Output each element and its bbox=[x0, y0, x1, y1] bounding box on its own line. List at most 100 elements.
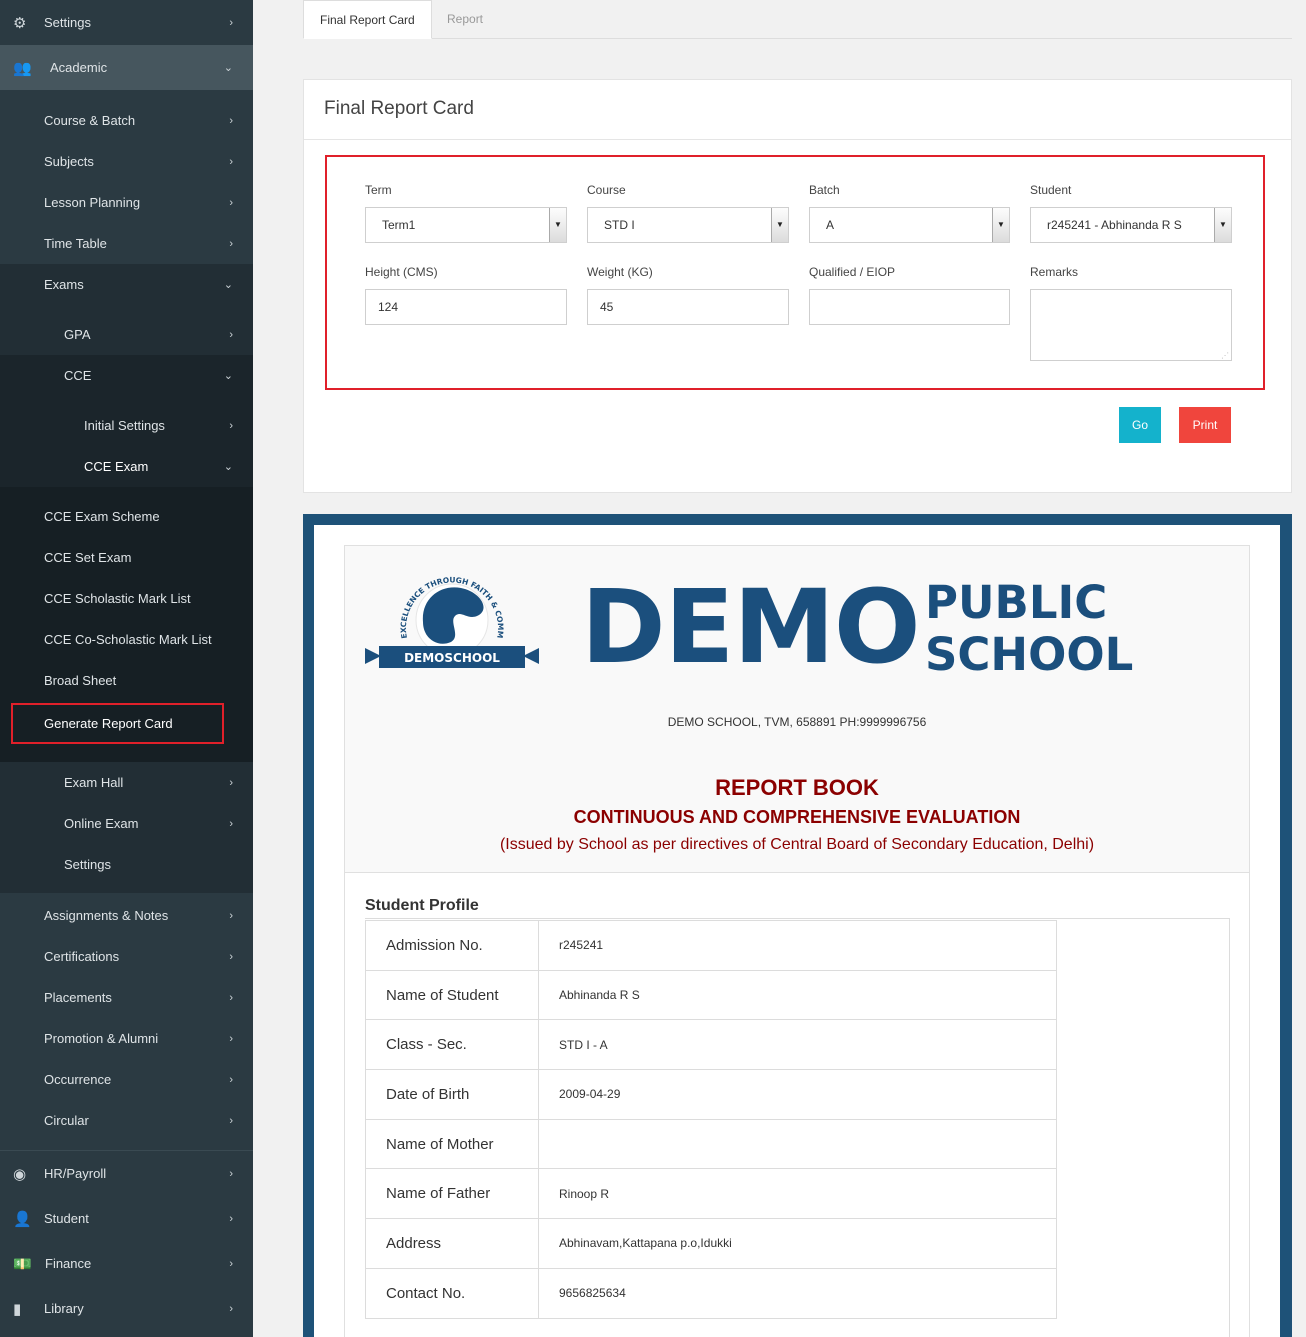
sidebar-item-time-table[interactable]: Time Table › bbox=[0, 223, 253, 264]
table-row: Name of Student Abhinanda R S bbox=[365, 969, 1057, 1021]
chevron-right-icon: › bbox=[229, 950, 233, 963]
dropdown-arrow-icon: ▼ bbox=[771, 208, 788, 242]
sidebar-item-certifications[interactable]: Certifications › bbox=[0, 936, 253, 977]
profile-field-label: Class - Sec. bbox=[365, 1019, 539, 1071]
height-input[interactable]: 124 bbox=[365, 289, 567, 325]
profile-field-value: 2009-04-29 bbox=[538, 1069, 1057, 1120]
school-logo: EXCELLENCE THROUGH FAITH & COMMITMENT DE… bbox=[365, 560, 539, 668]
remarks-label: Remarks bbox=[1030, 265, 1079, 279]
tab-final-report-card[interactable]: Final Report Card bbox=[303, 0, 432, 39]
sidebar-item-gpa[interactable]: GPA › bbox=[0, 314, 253, 355]
sidebar-item-generate-report-card[interactable]: Generate Report Card bbox=[11, 703, 224, 744]
svg-text:DEMOSCHOOL: DEMOSCHOOL bbox=[404, 651, 500, 665]
chevron-right-icon: › bbox=[229, 1032, 233, 1045]
school-address: DEMO SCHOOL, TVM, 658891 PH:9999996756 bbox=[667, 715, 927, 729]
sidebar-item-hr-payroll[interactable]: ◉ HR/Payroll › bbox=[0, 1151, 253, 1196]
chevron-right-icon: › bbox=[229, 1302, 233, 1315]
height-label: Height (CMS) bbox=[365, 265, 438, 279]
sidebar-item-placements[interactable]: Placements › bbox=[0, 977, 253, 1018]
chevron-down-icon: ⌄ bbox=[223, 370, 233, 382]
profile-field-label: Name of Father bbox=[365, 1168, 539, 1220]
remarks-textarea[interactable]: ⋰ bbox=[1030, 289, 1232, 361]
school-name-public: PUBLIC bbox=[925, 576, 1108, 629]
profile-field-value bbox=[538, 1118, 1057, 1170]
sidebar-item-cce-exam-scheme[interactable]: CCE Exam Scheme bbox=[0, 496, 253, 537]
table-row: Address Abhinavam,Kattapana p.o,Idukki bbox=[365, 1218, 1057, 1269]
table-row: Class - Sec. STD I - A bbox=[365, 1019, 1057, 1071]
chevron-right-icon: › bbox=[229, 1114, 233, 1127]
profile-field-label: Address bbox=[365, 1218, 539, 1269]
user-icon: 👤 bbox=[13, 1210, 32, 1228]
chevron-right-icon: › bbox=[229, 1212, 233, 1225]
student-select[interactable]: r245241 - Abhinanda R S ▼ bbox=[1030, 207, 1232, 243]
course-select[interactable]: STD I ▼ bbox=[587, 207, 789, 243]
sidebar-item-occurrence[interactable]: Occurrence › bbox=[0, 1059, 253, 1100]
profile-field-label: Admission No. bbox=[365, 920, 539, 971]
book-icon: ▮ bbox=[13, 1300, 22, 1318]
sidebar-item-promotion-alumni[interactable]: Promotion & Alumni › bbox=[0, 1018, 253, 1059]
final-report-card-panel: Final Report Card Term Term1 ▼ Course ST… bbox=[303, 79, 1292, 493]
dropdown-arrow-icon: ▼ bbox=[992, 208, 1009, 242]
table-row: Name of Father Rinoop R bbox=[365, 1168, 1057, 1220]
go-button[interactable]: Go bbox=[1119, 407, 1161, 443]
sidebar-item-exam-hall[interactable]: Exam Hall › bbox=[0, 762, 253, 803]
sidebar-item-assignments-notes[interactable]: Assignments & Notes › bbox=[0, 895, 253, 936]
chevron-right-icon: › bbox=[229, 909, 233, 922]
cce-title: CONTINUOUS AND COMPREHENSIVE EVALUATION bbox=[573, 807, 1021, 827]
school-name-school: SCHOOL bbox=[925, 628, 1134, 681]
sidebar-item-broad-sheet[interactable]: Broad Sheet bbox=[0, 660, 253, 701]
profile-field-label: Name of Mother bbox=[365, 1118, 539, 1170]
sidebar-item-course-batch[interactable]: Course & Batch › bbox=[0, 100, 253, 141]
sidebar-item-cce-exam[interactable]: CCE Exam ⌄ bbox=[0, 446, 253, 487]
sidebar-item-online-exam[interactable]: Online Exam › bbox=[0, 803, 253, 844]
sidebar-item-student[interactable]: 👤 Student › bbox=[0, 1196, 253, 1241]
sidebar-item-cce-set-exam[interactable]: CCE Set Exam bbox=[0, 537, 253, 578]
panel-divider bbox=[304, 139, 1291, 140]
sidebar-item-exams[interactable]: Exams ⌄ bbox=[0, 264, 253, 305]
student-profile-table: Admission No. r245241 Name of Student Abhin… bbox=[365, 920, 1057, 1319]
profile-field-value: STD I - A bbox=[538, 1019, 1057, 1071]
resize-handle-icon[interactable]: ⋰ bbox=[1221, 351, 1229, 360]
sidebar-item-initial-settings[interactable]: Initial Settings › bbox=[0, 405, 253, 446]
report-container: EXCELLENCE THROUGH FAITH & COMMITMENT DE… bbox=[314, 525, 1280, 1337]
term-select[interactable]: Term1 ▼ bbox=[365, 207, 567, 243]
chevron-right-icon: › bbox=[229, 328, 233, 341]
profile-field-label: Contact No. bbox=[365, 1267, 539, 1319]
sidebar-item-finance[interactable]: 💵 Finance › bbox=[0, 1241, 253, 1286]
table-row: Date of Birth 2009-04-29 bbox=[365, 1069, 1057, 1120]
table-row: Name of Mother bbox=[365, 1118, 1057, 1170]
chevron-right-icon: › bbox=[229, 1167, 233, 1180]
tab-report[interactable]: Report bbox=[431, 0, 499, 39]
report-frame: EXCELLENCE THROUGH FAITH & COMMITMENT DE… bbox=[303, 514, 1292, 1337]
table-row: Contact No. 9656825634 bbox=[365, 1267, 1057, 1319]
tab-bar: Final Report Card Report bbox=[303, 0, 1292, 39]
sidebar-item-cce[interactable]: CCE ⌄ bbox=[0, 355, 253, 396]
chevron-right-icon: › bbox=[229, 1257, 233, 1270]
sidebar-item-cce-scholastic-mark-list[interactable]: CCE Scholastic Mark List bbox=[0, 578, 253, 619]
chevron-right-icon: › bbox=[229, 1073, 233, 1086]
chevron-right-icon: › bbox=[229, 237, 233, 250]
batch-label: Batch bbox=[809, 183, 840, 197]
chevron-right-icon: › bbox=[229, 991, 233, 1004]
student-profile-section: Student Profile Admission No. r245241 Name… bbox=[345, 873, 1249, 1337]
sidebar-item-academic[interactable]: 👥 Academic ⌄ bbox=[0, 45, 253, 90]
batch-select[interactable]: A ▼ bbox=[809, 207, 1010, 243]
student-label: Student bbox=[1030, 183, 1072, 197]
student-value: r245241 - Abhinanda R S bbox=[1047, 218, 1182, 232]
sidebar-item-cce-co-scholastic-mark-list[interactable]: CCE Co-Scholastic Mark List bbox=[0, 619, 253, 660]
table-row: Admission No. r245241 bbox=[365, 920, 1057, 971]
qualified-input[interactable] bbox=[809, 289, 1010, 325]
sidebar-item-subjects[interactable]: Subjects › bbox=[0, 141, 253, 182]
sidebar-item-exam-settings[interactable]: Settings bbox=[0, 844, 253, 885]
report-card: EXCELLENCE THROUGH FAITH & COMMITMENT DE… bbox=[344, 545, 1250, 1337]
chevron-right-icon: › bbox=[229, 776, 233, 789]
sidebar-item-lesson-planning[interactable]: Lesson Planning › bbox=[0, 182, 253, 223]
print-button[interactable]: Print bbox=[1179, 407, 1231, 443]
weight-input[interactable]: 45 bbox=[587, 289, 789, 325]
student-profile-title: Student Profile bbox=[365, 897, 479, 914]
course-value: STD I bbox=[604, 218, 635, 232]
sidebar-item-circular[interactable]: Circular › bbox=[0, 1100, 253, 1141]
chevron-right-icon: › bbox=[229, 155, 233, 168]
sidebar-item-settings[interactable]: ⚙ Settings › bbox=[0, 0, 253, 45]
sidebar-item-library[interactable]: ▮ Library › bbox=[0, 1286, 253, 1331]
